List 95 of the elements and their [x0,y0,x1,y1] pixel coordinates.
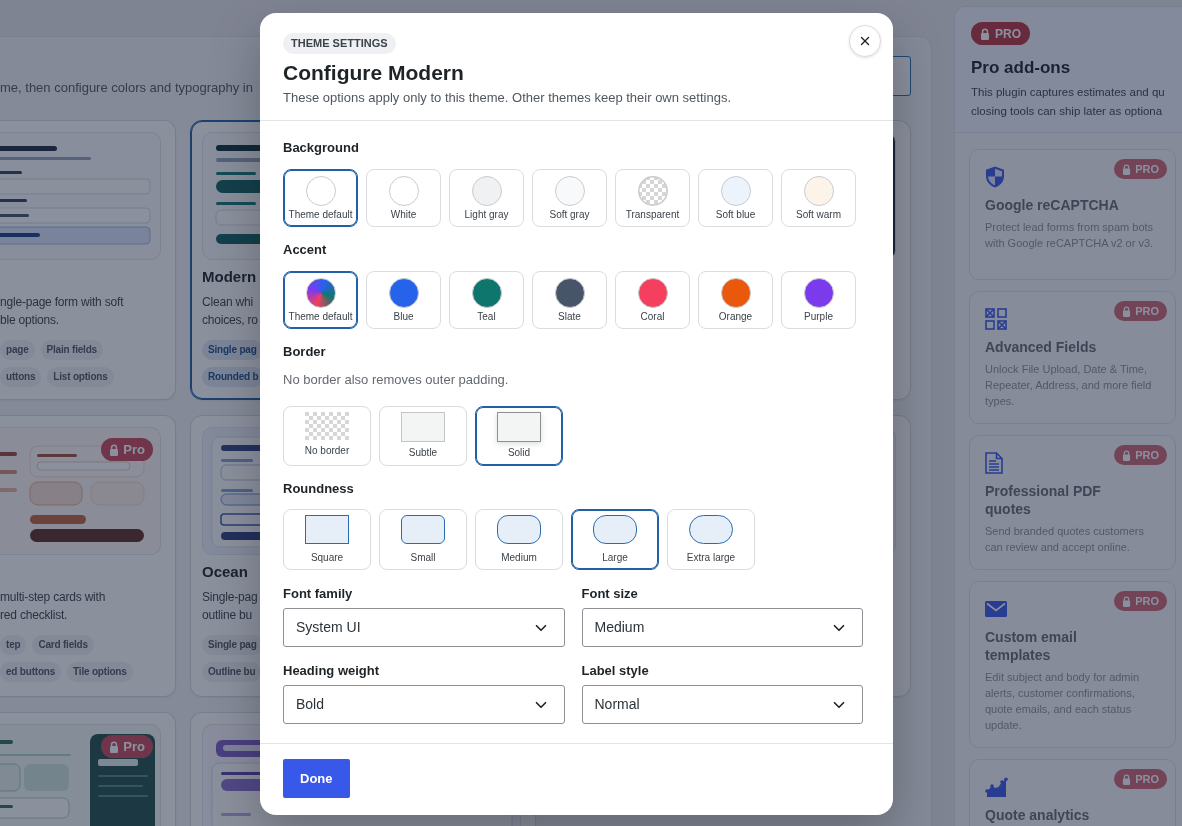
roundness-option[interactable]: Square [283,509,371,570]
lock-icon [109,443,120,456]
select-field[interactable]: Medium [581,608,863,647]
done-button[interactable]: Done [283,759,350,798]
addon-title: Google reCAPTCHA [985,196,1119,214]
badge-label: PRO [1135,595,1159,607]
envelope-icon [985,601,1007,617]
feature-tag: tep [0,635,27,655]
section-label: Background [283,139,360,157]
badge-label: PRO [1135,305,1159,317]
panel-description: This plugin captures estimates and qu closing tools can ship later as optiona [971,85,1165,119]
close-icon [858,34,872,48]
feature-tag: ed buttons [0,662,62,682]
section-label: Border [283,343,327,361]
swatch-option[interactable]: Soft blue [698,169,773,227]
rectangle-icon [305,515,349,544]
swatch-option[interactable]: Light gray [449,169,524,227]
section-label: Accent [283,241,328,259]
shield-icon [985,166,1005,188]
roundness-option[interactable]: Small [379,509,467,570]
card-title: Modern [202,267,257,287]
field-label: Font size [581,585,639,603]
card-description: ngle-page form with soft ble options. [0,294,124,329]
swatch-option[interactable]: Theme default [283,271,358,329]
border-option[interactable]: Subtle [379,406,467,466]
field-label: Heading weight [283,662,381,680]
swatch-option[interactable]: Transparent [615,169,690,227]
rectangle-icon [497,412,541,442]
dialog-title: Configure Modern [283,60,464,86]
swatch-option[interactable]: Soft gray [532,169,607,227]
field-label: Font family [283,585,354,603]
badge-label: PRO [1135,449,1159,461]
swatch-option[interactable]: White [366,169,441,227]
lock-icon [1122,449,1132,461]
select-field[interactable]: Bold [283,685,565,724]
rectangle-icon [401,412,445,442]
feature-tag: Plain fields [40,340,103,360]
card-description: Single-pag outline bu [202,589,258,624]
area-chart-icon [985,777,1008,797]
card-title: Ocean [202,562,248,582]
feature-tag: Single pag [202,635,263,655]
lock-icon [1122,163,1132,175]
swatch-option[interactable]: Theme default [283,169,358,227]
addon-title: Advanced Fields [985,338,1097,356]
lock-icon [980,27,990,40]
section-hint: No border also removes outer padding. [283,371,510,389]
feature-tag: List options [47,367,114,387]
lock-icon [1122,595,1132,607]
checkerboard-swatch-icon [637,176,668,206]
addon-title: Quote analytics [985,806,1090,824]
badge-label: Pro [123,443,145,456]
document-icon [985,452,1003,474]
lock-icon [1122,305,1132,317]
field-label: Label style [581,662,650,680]
checkbox-grid-icon [985,308,1007,330]
swatch-option[interactable]: Purple [781,271,856,329]
swatch-option[interactable]: Blue [366,271,441,329]
badge-label: PRO [1135,163,1159,175]
feature-tag: Outline bu [202,662,262,682]
badge-label: PRO [995,27,1021,40]
checkerboard-icon [305,412,349,440]
pill-icon [689,515,733,544]
swatch-option[interactable]: Slate [532,271,607,329]
feature-tag: Single pag [202,340,263,360]
intro-text: me, then configure colors and typography in [0,79,253,97]
feature-tag: Card fields [32,635,94,655]
border-option[interactable]: Solid [475,406,563,466]
card-description: Clean whi choices, ro [202,294,258,329]
roundness-option[interactable]: Large [571,509,659,570]
section-label: Roundness [283,480,355,498]
badge-label: PRO [1135,773,1159,785]
swatch-option[interactable]: Teal [449,271,524,329]
roundness-option[interactable]: Extra large [667,509,755,570]
rounded-rectangle-icon [401,515,445,544]
select-field[interactable]: System UI [283,608,565,647]
feature-tag: uttons [0,367,42,387]
panel-title: Pro add-ons [971,57,1071,79]
swatch-option[interactable]: Orange [698,271,773,329]
lock-icon [109,740,120,753]
card-description: multi-step cards with red checklist. [0,589,106,624]
gradient-swatch-icon [305,278,336,308]
badge-label: Pro [123,740,145,753]
close-button[interactable] [849,25,881,57]
settings-badge: THEME SETTINGS [283,33,396,54]
addon-title: Custom email templates [985,628,1078,664]
select-field[interactable]: Normal [581,685,863,724]
addon-title: Professional PDF quotes [985,482,1102,518]
border-option[interactable]: No border [283,406,371,466]
swatch-option[interactable]: Soft warm [781,169,856,227]
swatch-option[interactable]: Coral [615,271,690,329]
dialog-subtitle: These options apply only to this theme. Other themes keep their own settings. [283,89,732,107]
feature-tag: Tile options [67,662,133,682]
lock-icon [1122,773,1132,785]
roundness-option[interactable]: Medium [475,509,563,570]
feature-tag: page [0,340,35,360]
